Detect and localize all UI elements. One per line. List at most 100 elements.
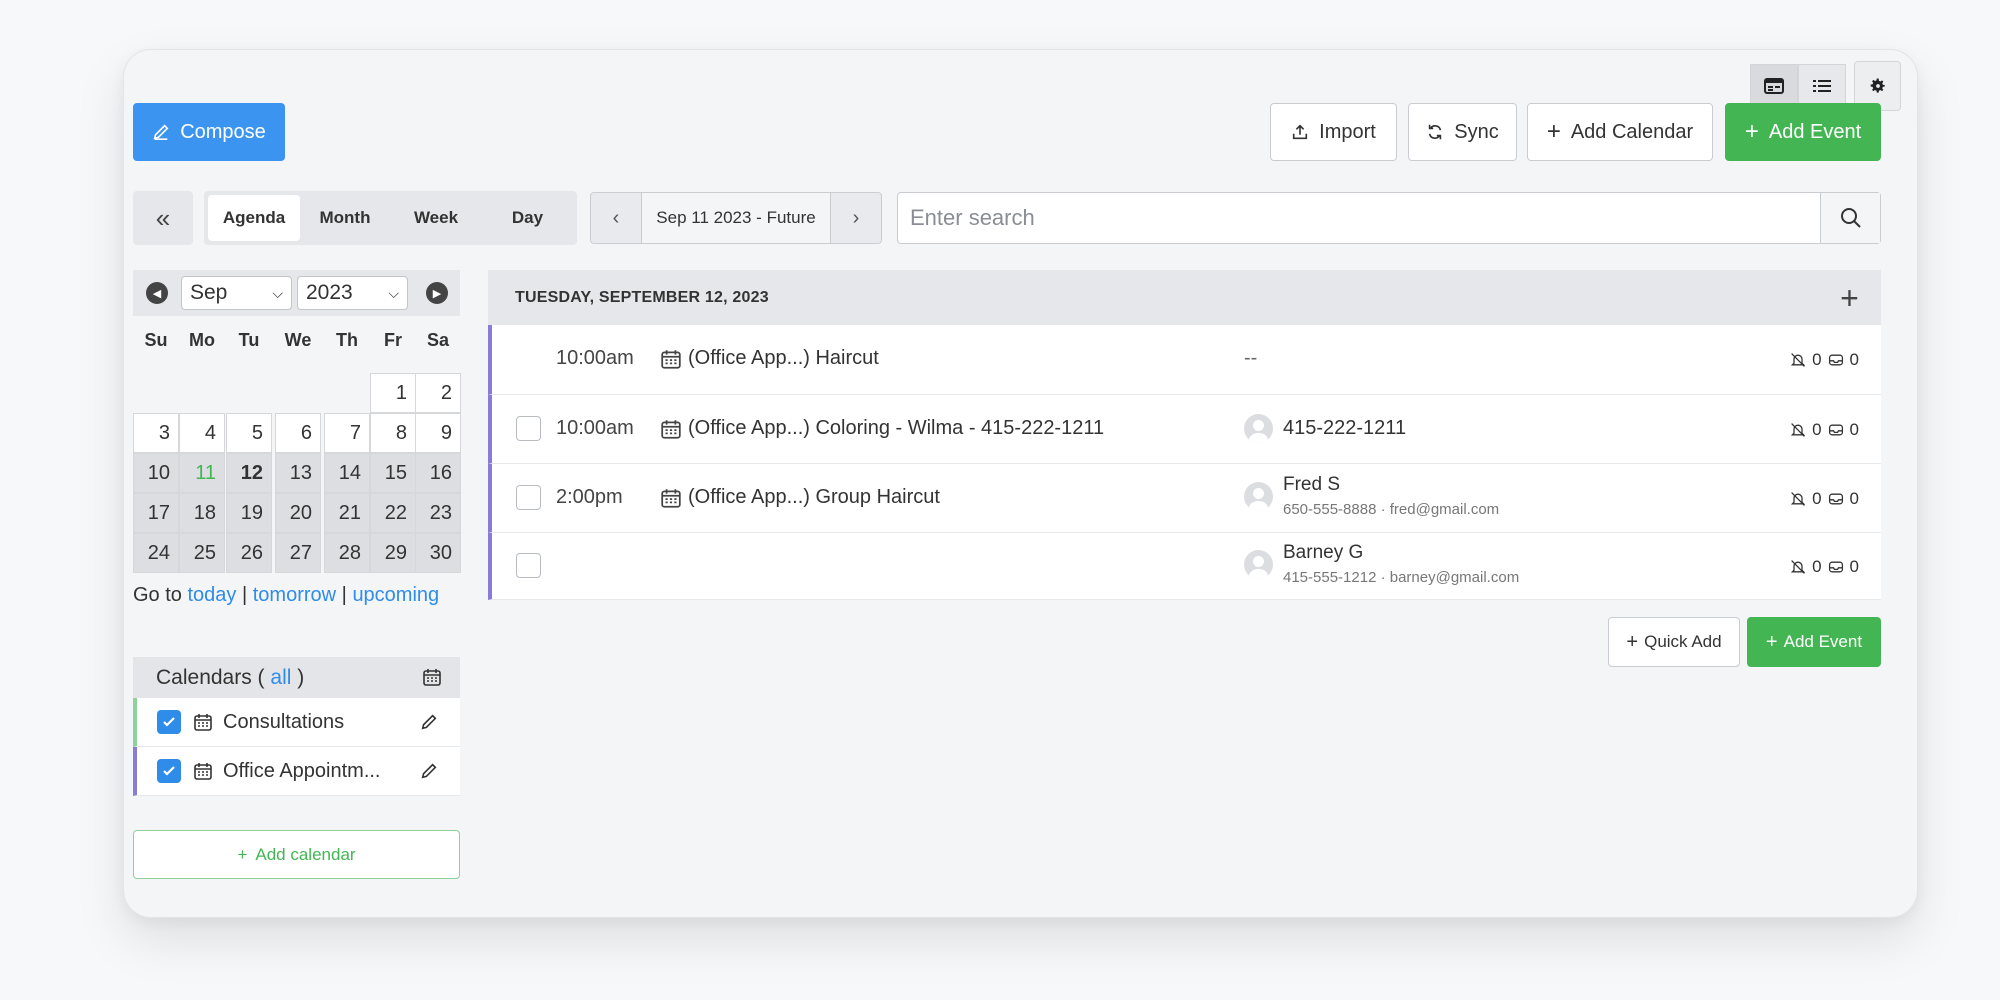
check-icon	[163, 766, 175, 776]
refresh-icon	[1429, 124, 1442, 140]
chevron-down-icon: ⌵	[388, 284, 399, 301]
calendar-icon	[194, 763, 212, 780]
add-to-day-icon[interactable]: +	[1840, 280, 1859, 317]
next-range-button[interactable]: ›	[831, 193, 881, 243]
calendar-item-office-appointments[interactable]: Office Appointm...	[133, 747, 460, 796]
calendar-day[interactable]: 27	[275, 533, 321, 573]
compose-button[interactable]: Compose	[133, 103, 285, 161]
calendar-day[interactable]: 16	[415, 453, 461, 493]
calendar-day[interactable]: 13	[275, 453, 321, 493]
event-title[interactable]: (Office App...) Group Haircut	[660, 486, 940, 509]
import-button[interactable]: Import	[1270, 103, 1397, 161]
month-select[interactable]: Sep ⌵	[181, 276, 292, 310]
calendar-checkbox[interactable]	[157, 710, 181, 734]
calendar-day[interactable]: 18	[179, 493, 225, 533]
calendar-day[interactable]: 24	[133, 533, 179, 573]
calendar-day[interactable]: 6	[275, 413, 321, 453]
calendar-day[interactable]: 7	[324, 413, 370, 453]
contact-name: Barney G	[1283, 542, 1364, 563]
collapse-sidebar-button[interactable]: «	[133, 191, 193, 245]
event-checkbox[interactable]	[516, 553, 541, 578]
calendar-day[interactable]: 8	[370, 413, 416, 453]
contact-name: Fred S	[1283, 474, 1341, 495]
event-contact: Fred S 650-555-8888 · fred@gmail.com	[1244, 474, 1499, 518]
add-calendar-label: Add Calendar	[1570, 120, 1694, 143]
quick-add-button[interactable]: + Quick Add	[1608, 617, 1740, 667]
calendar-icon[interactable]	[422, 667, 442, 687]
tab-agenda[interactable]: Agenda	[208, 195, 300, 241]
calendar-day[interactable]: 9	[415, 413, 461, 453]
plus-icon: +	[237, 844, 248, 864]
calendar-day[interactable]: 11	[179, 453, 225, 493]
calendar-day[interactable]: 28	[324, 533, 370, 573]
pencil-icon[interactable]	[420, 713, 438, 731]
calendar-day[interactable]: 4	[179, 413, 225, 453]
calendar-day[interactable]: 22	[370, 493, 416, 533]
weekday-label: Sa	[426, 330, 450, 350]
event-counts: 0 0	[1790, 489, 1859, 509]
bell-off-icon	[1790, 423, 1806, 437]
event-checkbox[interactable]	[516, 416, 541, 441]
tab-week[interactable]: Week	[390, 195, 482, 241]
search-input[interactable]	[898, 193, 1820, 243]
alerts-count: 0	[1812, 557, 1822, 576]
calendar-name: Office Appointm...	[223, 759, 381, 782]
calendar-day[interactable]: 20	[275, 493, 321, 533]
prev-month-icon[interactable]: ◀	[146, 282, 168, 304]
next-month-icon[interactable]: ▶	[426, 282, 448, 304]
add-event-button[interactable]: + Add Event	[1725, 103, 1881, 161]
search-button[interactable]	[1820, 193, 1880, 243]
calendars-all-link[interactable]: all	[270, 666, 291, 690]
event-row[interactable]: Barney G 415-555-1212 · barney@gmail.com…	[488, 533, 1881, 600]
calendar-day[interactable]: 1	[370, 373, 416, 413]
calendar-day[interactable]: 14	[324, 453, 370, 493]
calendar-item-consultations[interactable]: Consultations	[133, 698, 460, 747]
event-title[interactable]: (Office App...) Haircut	[660, 347, 879, 370]
separator: |	[341, 584, 347, 606]
calendar-day[interactable]: 25	[179, 533, 225, 573]
calendar-day[interactable]: 15	[370, 453, 416, 493]
goto-tomorrow-link[interactable]: tomorrow	[253, 584, 336, 606]
sync-button[interactable]: Sync	[1408, 103, 1517, 161]
calendar-day[interactable]: 10	[133, 453, 179, 493]
tab-month[interactable]: Month	[300, 195, 390, 241]
calendar-day[interactable]: 12	[226, 453, 272, 493]
prev-range-button[interactable]: ‹	[591, 193, 641, 243]
calendar-day[interactable]: 23	[415, 493, 461, 533]
avatar	[1244, 549, 1273, 579]
add-calendar-button[interactable]: + Add Calendar	[1527, 103, 1713, 161]
calendar-day[interactable]: 19	[226, 493, 272, 533]
list-view-icon[interactable]	[1798, 64, 1846, 108]
date-range-label: Sep 11 2023 - Future	[641, 193, 831, 243]
calendars-title-suffix: )	[297, 665, 305, 689]
year-select[interactable]: 2023 ⌵	[297, 276, 408, 310]
calendar-day[interactable]: 17	[133, 493, 179, 533]
calendar-day[interactable]: 3	[133, 413, 179, 453]
search-icon	[1840, 208, 1861, 228]
calendar-day[interactable]: 30	[415, 533, 461, 573]
add-event-bottom-button[interactable]: + Add Event	[1747, 617, 1881, 667]
pencil-icon[interactable]	[420, 762, 438, 780]
add-calendar-link-button[interactable]: + Add calendar	[133, 830, 460, 879]
event-row[interactable]: 10:00am (Office App...) Haircut -- 0 0	[488, 325, 1881, 395]
calendar-view-icon[interactable]	[1750, 64, 1798, 108]
weekday-label: Mo	[189, 330, 215, 350]
contact-details: 415-555-1212 · barney@gmail.com	[1283, 569, 1520, 586]
chevron-down-icon: ⌵	[272, 284, 283, 301]
tab-day[interactable]: Day	[482, 195, 573, 241]
calendar-checkbox[interactable]	[157, 759, 181, 783]
calendar-day[interactable]: 2	[415, 373, 461, 413]
calendar-day[interactable]: 29	[370, 533, 416, 573]
calendar-day[interactable]: 5	[226, 413, 272, 453]
event-title[interactable]: (Office App...) Coloring - Wilma - 415-2…	[660, 417, 1104, 440]
double-chevron-left-icon: «	[155, 202, 171, 233]
event-row[interactable]: 10:00am (Office App...) Coloring - Wilma…	[488, 395, 1881, 464]
event-time: 10:00am	[556, 347, 634, 369]
goto-today-link[interactable]: today	[187, 584, 236, 606]
calendar-day[interactable]: 26	[226, 533, 272, 573]
calendar-day[interactable]: 21	[324, 493, 370, 533]
event-row[interactable]: 2:00pm (Office App...) Group Haircut Fre…	[488, 464, 1881, 533]
goto-upcoming-link[interactable]: upcoming	[352, 584, 439, 606]
event-checkbox[interactable]	[516, 485, 541, 510]
date-range-nav: ‹ Sep 11 2023 - Future ›	[590, 192, 882, 244]
